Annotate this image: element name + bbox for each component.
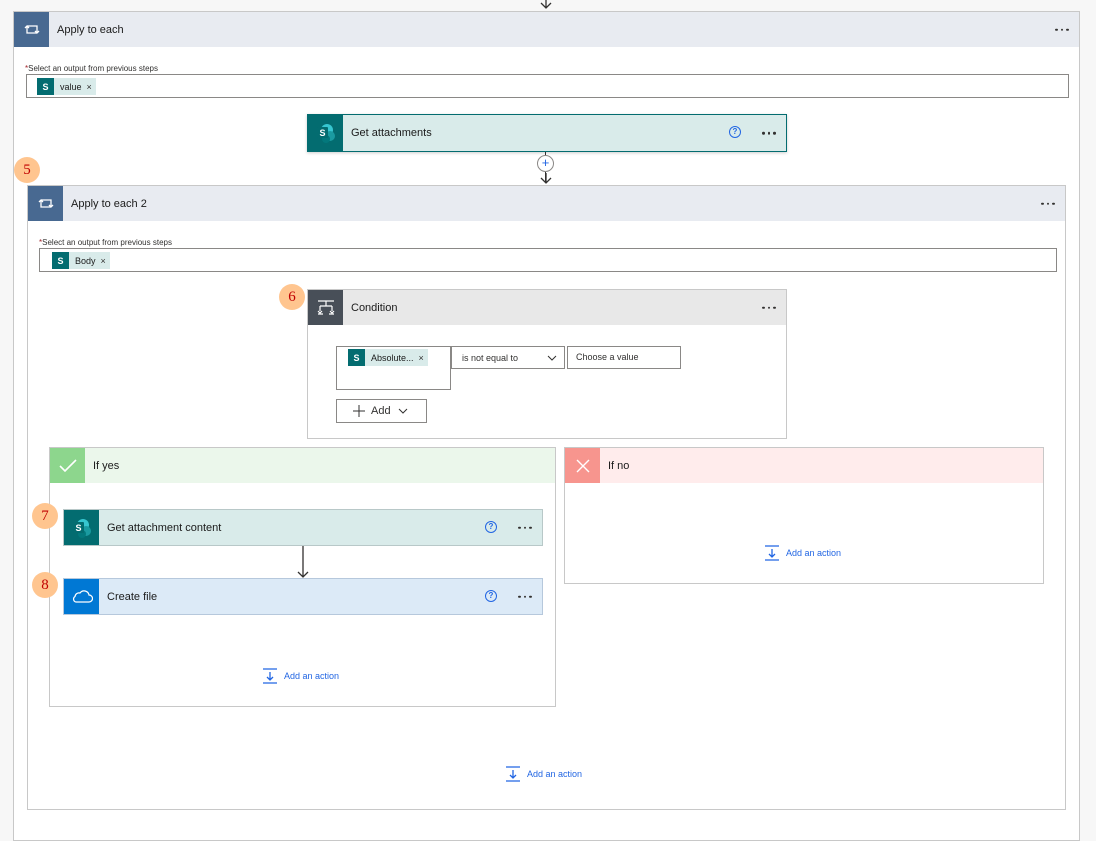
connector-arrow-icon xyxy=(540,173,552,184)
body-token[interactable]: S Body × xyxy=(52,252,110,269)
apply-to-each-2-title: Apply to each 2 xyxy=(71,197,147,210)
create-file-header[interactable]: Create file ? xyxy=(64,579,542,614)
get-attachments-card[interactable]: S Get attachments ? xyxy=(307,114,787,152)
get-attachments-title: Get attachments xyxy=(351,127,432,139)
if-yes-add-action-button[interactable]: Add an action xyxy=(262,668,339,684)
step-badge-6: 6 xyxy=(279,284,305,310)
chevron-down-icon xyxy=(547,355,557,361)
apply-to-each-title: Apply to each xyxy=(57,23,124,36)
condition-card: Condition S Absolute... × is not equal t… xyxy=(307,289,787,439)
add-action-icon xyxy=(506,766,520,782)
condition-icon xyxy=(308,290,343,325)
step-badge-8: 8 xyxy=(32,572,58,598)
step-badge-5: 5 xyxy=(14,157,40,183)
get-attachment-content-card[interactable]: S Get attachment content ? xyxy=(63,509,543,546)
inner-field-label: *Select an output from previous steps xyxy=(39,238,172,247)
if-no-header: If no xyxy=(565,448,1043,483)
if-yes-title: If yes xyxy=(93,459,120,472)
svg-text:S: S xyxy=(319,128,325,138)
help-icon[interactable]: ? xyxy=(485,521,497,533)
close-icon xyxy=(565,448,600,483)
add-action-icon xyxy=(263,668,277,684)
body-token-label: Body xyxy=(75,255,96,266)
absolute-token[interactable]: S Absolute... × xyxy=(348,349,428,366)
get-attachments-more-button[interactable] xyxy=(762,131,776,135)
sharepoint-icon: S xyxy=(37,78,54,95)
get-attachment-content-title: Get attachment content xyxy=(107,521,222,534)
absolute-token-remove-icon[interactable]: × xyxy=(419,353,424,363)
create-file-card[interactable]: Create file ? xyxy=(63,578,543,615)
condition-more-button[interactable] xyxy=(762,306,776,309)
condition-value-placeholder: Choose a value xyxy=(576,352,639,362)
plus-icon xyxy=(353,405,365,417)
connector-arrow-top xyxy=(540,0,552,9)
apply-to-each-2-header[interactable]: Apply to each 2 xyxy=(28,186,1065,221)
condition-left-input[interactable]: S Absolute... × xyxy=(336,346,451,390)
value-token-remove-icon[interactable]: × xyxy=(87,82,92,92)
connector-arrow-icon xyxy=(297,546,309,578)
get-attachment-content-header[interactable]: S Get attachment content ? xyxy=(64,510,542,545)
apply-to-each-more-button[interactable] xyxy=(1055,28,1069,31)
inner-add-action-button[interactable]: Add an action xyxy=(505,766,582,782)
get-attachments-header[interactable]: S Get attachments ? xyxy=(308,115,786,151)
apply-to-each-2-more-button[interactable] xyxy=(1041,202,1055,205)
help-icon[interactable]: ? xyxy=(729,126,741,138)
step-badge-7: 7 xyxy=(32,503,58,529)
insert-step-button[interactable]: + xyxy=(537,155,554,172)
body-token-remove-icon[interactable]: × xyxy=(101,256,106,266)
if-no-branch: If no Add an action xyxy=(564,447,1044,584)
sharepoint-icon: S xyxy=(348,349,365,366)
add-action-icon xyxy=(765,545,779,561)
sharepoint-icon: S xyxy=(64,510,99,545)
condition-add-button[interactable]: Add xyxy=(336,399,427,423)
onedrive-icon xyxy=(64,579,99,614)
sharepoint-icon: S xyxy=(52,252,69,269)
inner-output-input[interactable]: S Body × xyxy=(39,248,1057,272)
sharepoint-icon: S xyxy=(308,115,343,151)
value-token-label: value xyxy=(60,81,82,92)
absolute-token-label: Absolute... xyxy=(371,352,414,363)
value-token[interactable]: S value × xyxy=(37,78,96,95)
condition-add-label: Add xyxy=(371,405,391,417)
condition-value-input[interactable]: Choose a value xyxy=(567,346,681,369)
operator-select[interactable]: is not equal to xyxy=(451,346,565,369)
apply-to-each-header[interactable]: Apply to each xyxy=(14,12,1079,47)
if-yes-header: If yes xyxy=(50,448,555,483)
svg-text:S: S xyxy=(75,523,81,533)
outer-field-label: *Select an output from previous steps xyxy=(25,64,158,73)
checkmark-icon xyxy=(50,448,85,483)
create-file-more-button[interactable] xyxy=(518,595,532,598)
if-no-add-action-button[interactable]: Add an action xyxy=(764,545,841,561)
loop-icon xyxy=(14,12,49,47)
outer-output-input[interactable]: S value × xyxy=(26,74,1069,98)
loop-icon xyxy=(28,186,63,221)
help-icon[interactable]: ? xyxy=(485,590,497,602)
chevron-down-icon xyxy=(398,408,407,414)
create-file-title: Create file xyxy=(107,590,158,603)
get-attachment-content-more-button[interactable] xyxy=(518,526,532,529)
condition-title: Condition xyxy=(351,301,398,314)
operator-select-label: is not equal to xyxy=(462,353,519,363)
if-no-title: If no xyxy=(608,459,630,472)
condition-header[interactable]: Condition xyxy=(308,290,786,325)
